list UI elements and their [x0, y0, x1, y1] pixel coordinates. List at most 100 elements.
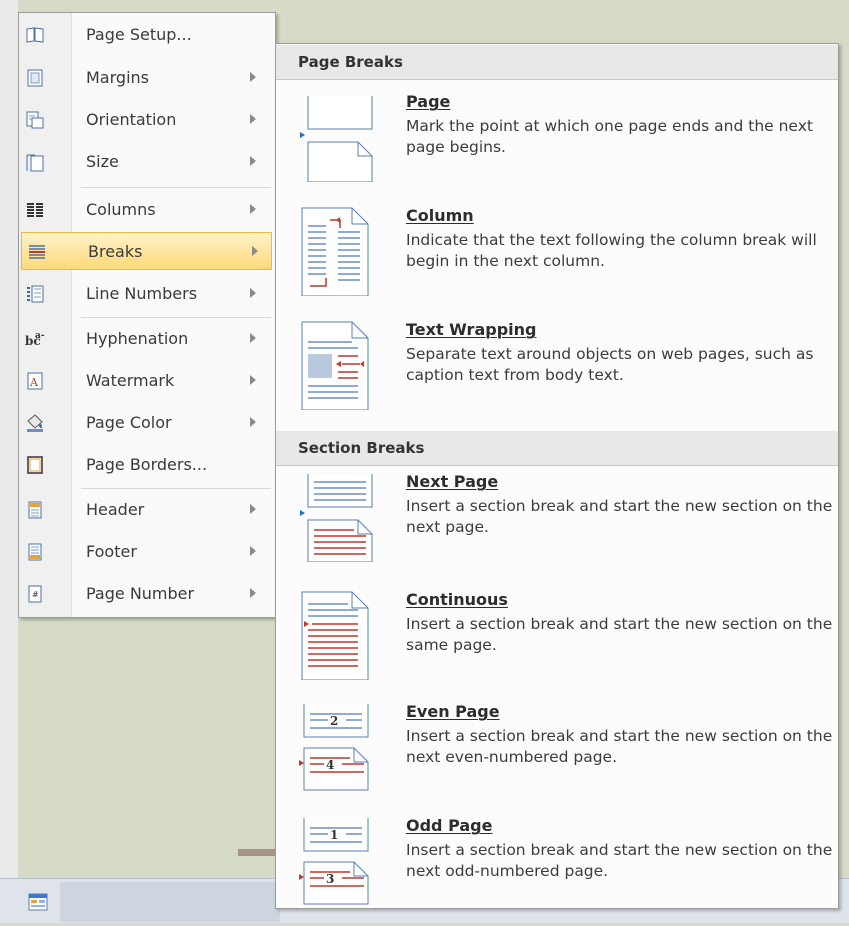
option-description: Mark the point at which one page ends an…: [406, 117, 813, 156]
page-breaks-header: Page Breaks: [276, 45, 838, 80]
odd-page-break-icon: 1 3: [299, 818, 369, 905]
option-title: Page: [406, 92, 451, 111]
option-column-break[interactable]: Column Indicate that the text following …: [276, 206, 838, 316]
page-setup-icon: [26, 27, 44, 43]
submenu-arrow-icon: [250, 333, 256, 343]
submenu-arrow-icon: [250, 546, 256, 556]
column-break-icon: [301, 207, 369, 296]
option-description: Insert a section break and start the new…: [406, 497, 833, 536]
option-text-wrapping-break[interactable]: Text Wrapping Separate text around objec…: [276, 320, 838, 430]
option-description: Insert a section break and start the new…: [406, 841, 833, 880]
margins-icon: [27, 69, 43, 87]
page-layout-menu: Page Setup... Margins Orientation Size C…: [18, 12, 276, 618]
option-title: Even Page: [406, 702, 500, 721]
menu-item-page-number[interactable]: # Page Number: [20, 575, 274, 613]
page-break-icon: [300, 96, 373, 182]
breaks-submenu: Page Breaks Page Mark the point at which…: [275, 43, 839, 909]
menu-item-columns[interactable]: Columns: [20, 191, 274, 229]
svg-text:4: 4: [326, 758, 334, 772]
submenu-arrow-icon: [250, 504, 256, 514]
svg-text:A: A: [29, 376, 39, 389]
menu-item-label: Hyphenation: [86, 329, 189, 348]
menu-item-breaks[interactable]: Breaks: [21, 232, 272, 270]
option-title: Text Wrapping: [406, 320, 537, 339]
menu-separator: [81, 187, 271, 188]
menu-item-label: Size: [86, 152, 119, 171]
size-icon: [26, 154, 44, 172]
menu-item-label: Page Setup...: [86, 25, 192, 44]
menu-item-page-setup[interactable]: Page Setup...: [20, 16, 274, 54]
menu-item-orientation[interactable]: Orientation: [20, 101, 274, 139]
option-continuous-break[interactable]: Continuous Insert a section break and st…: [276, 590, 838, 700]
svg-text:a-: a-: [35, 331, 45, 341]
menu-item-label: Page Color: [86, 413, 172, 432]
menu-item-label: Columns: [86, 200, 156, 219]
page-borders-icon: [27, 456, 43, 474]
option-page-break[interactable]: Page Mark the point at which one page en…: [276, 92, 838, 202]
submenu-arrow-icon: [250, 288, 256, 298]
breaks-icon: [29, 245, 45, 259]
option-description: Insert a section break and start the new…: [406, 615, 833, 654]
menu-item-label: Line Numbers: [86, 284, 198, 303]
menu-item-footer[interactable]: Footer: [20, 533, 274, 571]
option-odd-page-break[interactable]: 1 3 Odd Page Insert a section break and …: [276, 816, 838, 926]
menu-item-margins[interactable]: Margins: [20, 59, 274, 97]
menu-item-size[interactable]: Size: [20, 143, 274, 181]
option-description: Insert a section break and start the new…: [406, 727, 833, 766]
header-icon: [28, 501, 42, 519]
submenu-arrow-icon: [250, 114, 256, 124]
status-bar-segment: [60, 882, 280, 922]
document-decoration: [238, 849, 278, 856]
even-page-break-icon: 2 4: [299, 704, 369, 791]
page-number-icon: #: [28, 585, 42, 603]
submenu-arrow-icon: [250, 588, 256, 598]
submenu-arrow-icon: [250, 72, 256, 82]
menu-item-label: Orientation: [86, 110, 177, 129]
page-color-icon: [27, 414, 43, 432]
status-bar-icon[interactable]: [28, 892, 50, 912]
svg-text:2: 2: [330, 714, 338, 728]
menu-item-label: Header: [86, 500, 145, 519]
svg-text:3: 3: [326, 872, 334, 886]
orientation-icon: [26, 111, 44, 129]
menu-item-label: Margins: [86, 68, 149, 87]
submenu-arrow-icon: [250, 156, 256, 166]
option-title: Odd Page: [406, 816, 493, 835]
svg-text:1: 1: [330, 828, 338, 842]
option-even-page-break[interactable]: 2 4 Even Page Insert a section break and…: [276, 702, 838, 812]
option-description: Indicate that the text following the col…: [406, 231, 817, 270]
option-title: Continuous: [406, 590, 508, 609]
submenu-arrow-icon: [250, 417, 256, 427]
line-numbers-icon: [27, 285, 44, 303]
menu-item-page-borders[interactable]: Page Borders...: [20, 446, 274, 484]
menu-item-label: Footer: [86, 542, 137, 561]
section-breaks-header: Section Breaks: [276, 431, 838, 466]
menu-item-hyphenation[interactable]: bc a- Hyphenation: [20, 320, 274, 358]
option-title: Column: [406, 206, 474, 225]
svg-text:#: #: [32, 590, 39, 599]
menu-item-label: Watermark: [86, 371, 175, 390]
option-title: Next Page: [406, 472, 499, 491]
menu-item-label: Page Number: [86, 584, 195, 603]
menu-item-line-numbers[interactable]: Line Numbers: [20, 275, 274, 313]
window-edge: [0, 0, 18, 922]
menu-separator: [81, 317, 271, 318]
menu-item-header[interactable]: Header: [20, 491, 274, 529]
menu-item-label: Breaks: [88, 242, 143, 261]
option-description: Separate text around objects on web page…: [406, 345, 814, 384]
watermark-icon: A: [27, 372, 43, 390]
continuous-break-icon: [301, 591, 369, 680]
option-next-page-break[interactable]: Next Page Insert a section break and sta…: [276, 472, 838, 582]
submenu-arrow-icon: [250, 204, 256, 214]
submenu-arrow-icon: [250, 375, 256, 385]
menu-item-watermark[interactable]: A Watermark: [20, 362, 274, 400]
submenu-arrow-icon: [252, 246, 258, 256]
footer-icon: [28, 543, 42, 561]
hyphenation-icon: bc a-: [25, 331, 45, 348]
columns-icon: [27, 203, 43, 217]
menu-item-page-color[interactable]: Page Color: [20, 404, 274, 442]
text-wrapping-break-icon: [301, 321, 369, 410]
menu-separator: [81, 488, 271, 489]
next-page-break-icon: [300, 474, 373, 562]
menu-item-label: Page Borders...: [86, 455, 208, 474]
